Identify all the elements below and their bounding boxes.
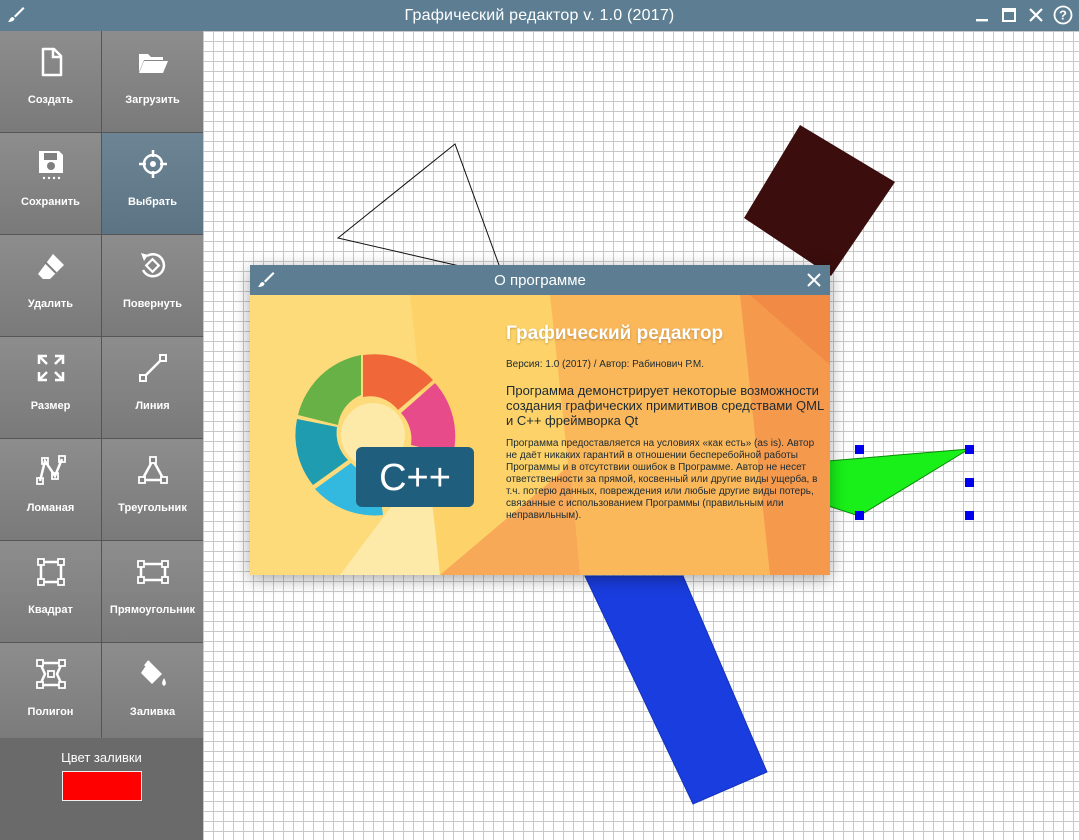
- tool-save-button[interactable]: Сохранить: [0, 133, 101, 234]
- dialog-title-bar: О программе: [250, 265, 830, 295]
- dialog-close-icon[interactable]: [804, 270, 824, 290]
- app-window: Графический редактор v. 1.0 (2017) ? Соз…: [0, 0, 1079, 840]
- maximize-icon[interactable]: [999, 4, 1019, 26]
- polygon-icon: [35, 659, 66, 689]
- toolbar-sidebar: Создать Загрузить Сохранить Выбрать Удал…: [0, 31, 203, 840]
- tool-label: Треугольник: [118, 502, 187, 514]
- selection-handle[interactable]: [965, 445, 974, 454]
- tool-delete-button[interactable]: Удалить: [0, 235, 101, 336]
- eraser-icon: [37, 254, 64, 279]
- about-text-block: Графический редактор Версия: 1.0 (2017) …: [506, 323, 824, 522]
- tool-select-button[interactable]: Выбрать: [102, 133, 203, 234]
- tool-label: Полигон: [27, 706, 74, 718]
- tool-label: Удалить: [27, 298, 74, 310]
- about-heading: Графический редактор: [506, 323, 724, 344]
- dialog-title: О программе: [494, 271, 586, 289]
- tool-line-button[interactable]: Линия: [102, 337, 203, 438]
- selection-handle[interactable]: [965, 478, 974, 487]
- cpp-logo: C++: [295, 354, 474, 516]
- fill-color-swatch[interactable]: [61, 771, 142, 801]
- tool-polygon-button[interactable]: Полигон: [0, 643, 101, 744]
- line-icon: [138, 354, 167, 382]
- tool-label: Выбрать: [127, 196, 178, 208]
- tool-resize-button[interactable]: Размер: [0, 337, 101, 438]
- svg-text:?: ?: [1059, 8, 1067, 23]
- tool-label: Линия: [135, 400, 170, 412]
- crosshair-icon: [138, 150, 167, 178]
- tool-square-button[interactable]: Квадрат: [0, 541, 101, 642]
- about-version: Версия: 1.0 (2017) / Автор: Рабинович Р.…: [506, 359, 705, 370]
- tool-label: Создать: [27, 94, 74, 106]
- selection-handle[interactable]: [855, 445, 864, 454]
- new-file-icon: [41, 47, 62, 77]
- rectangle-icon: [136, 560, 169, 584]
- rotate-icon: [140, 253, 165, 278]
- tool-rectangle-button[interactable]: Прямоугольник: [102, 541, 203, 642]
- about-dialog: О программе C++ Графический редактор Вер…: [250, 265, 830, 575]
- tool-label: Сохранить: [21, 196, 80, 208]
- window-controls: ?: [972, 4, 1073, 26]
- window-title: Графический редактор v. 1.0 (2017): [404, 6, 675, 24]
- tool-polyline-button[interactable]: Ломаная: [0, 439, 101, 540]
- selection-handle[interactable]: [855, 511, 864, 520]
- fill-color-panel: Цвет заливки: [0, 738, 203, 840]
- outline-triangle-shape[interactable]: [336, 143, 504, 277]
- about-description: Программа демонстрирует некоторые возмож…: [506, 383, 824, 428]
- selection-handle[interactable]: [965, 511, 974, 520]
- blue-bar-shape[interactable]: [584, 575, 768, 805]
- fill-color-label: Цвет заливки: [61, 750, 142, 765]
- square-icon: [36, 558, 65, 586]
- tool-triangle-button[interactable]: Треугольник: [102, 439, 203, 540]
- tool-label: Ломаная: [26, 502, 75, 514]
- about-legal: Программа предоставляется на условиях «к…: [506, 438, 818, 521]
- help-icon[interactable]: ?: [1053, 4, 1073, 26]
- logo-text: C++: [379, 457, 451, 499]
- tool-label: Прямоугольник: [109, 604, 196, 616]
- tool-label: Загрузить: [125, 94, 180, 106]
- tool-label: Повернуть: [122, 298, 183, 310]
- tool-label: Размер: [30, 400, 71, 412]
- title-bar: Графический редактор v. 1.0 (2017) ?: [0, 0, 1079, 31]
- triangle-icon: [137, 456, 168, 484]
- dark-square-shape[interactable]: [744, 125, 895, 276]
- tool-rotate-button[interactable]: Повернуть: [102, 235, 203, 336]
- brush-icon: [258, 272, 275, 287]
- tool-label: Заливка: [129, 706, 176, 718]
- brush-icon: [8, 7, 25, 22]
- fill-bucket-icon: [140, 660, 166, 686]
- dialog-body: C++ Графический редактор Версия: 1.0 (20…: [250, 295, 830, 575]
- resize-icon: [37, 354, 64, 382]
- green-polygon-shape[interactable]: [812, 448, 970, 517]
- tool-create-button[interactable]: Создать: [0, 31, 101, 132]
- close-icon[interactable]: [1026, 4, 1046, 26]
- tool-load-button[interactable]: Загрузить: [102, 31, 203, 132]
- tool-label: Квадрат: [28, 604, 73, 616]
- minimize-icon[interactable]: [972, 4, 992, 26]
- tool-fill-button[interactable]: Заливка: [102, 643, 203, 744]
- polyline-icon: [35, 455, 66, 485]
- tool-grid: Создать Загрузить Сохранить Выбрать Удал…: [0, 31, 203, 744]
- save-icon: [38, 151, 63, 180]
- folder-open-icon: [138, 54, 168, 73]
